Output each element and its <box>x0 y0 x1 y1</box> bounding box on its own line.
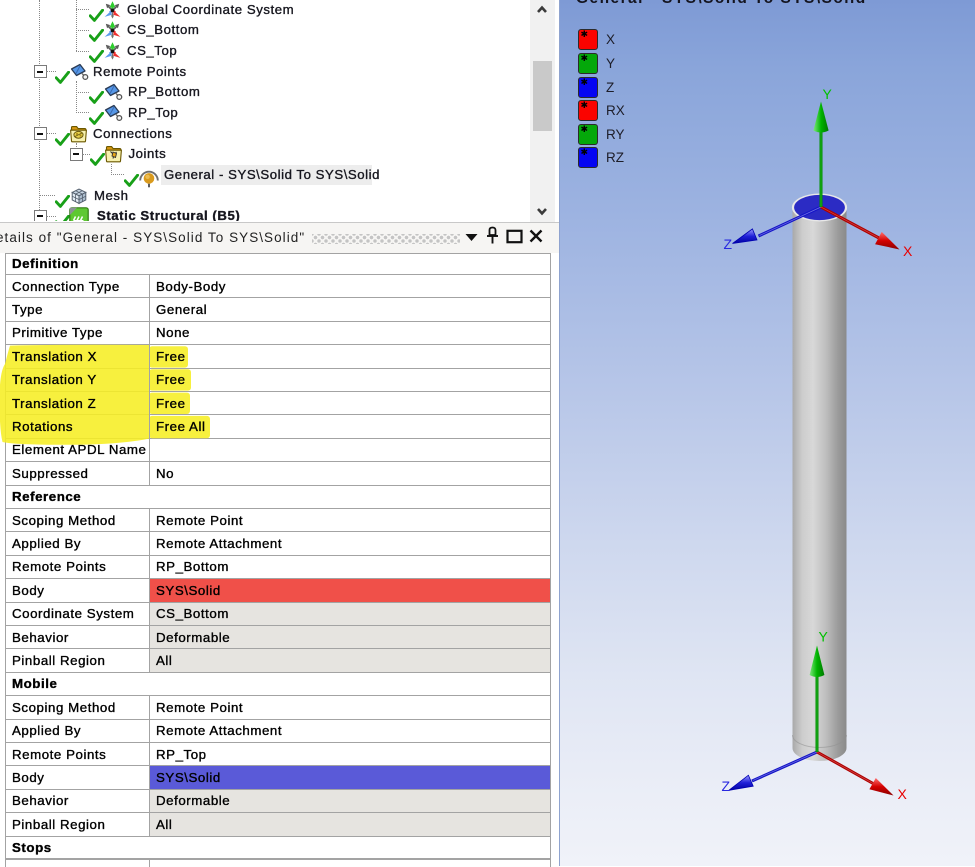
svg-text:Z: Z <box>724 236 733 252</box>
svg-text:Y: Y <box>823 86 833 102</box>
svg-text:X: X <box>903 243 913 259</box>
svg-text:X: X <box>898 786 908 802</box>
svg-text:Z: Z <box>722 778 731 794</box>
svg-text:Y: Y <box>819 629 829 645</box>
